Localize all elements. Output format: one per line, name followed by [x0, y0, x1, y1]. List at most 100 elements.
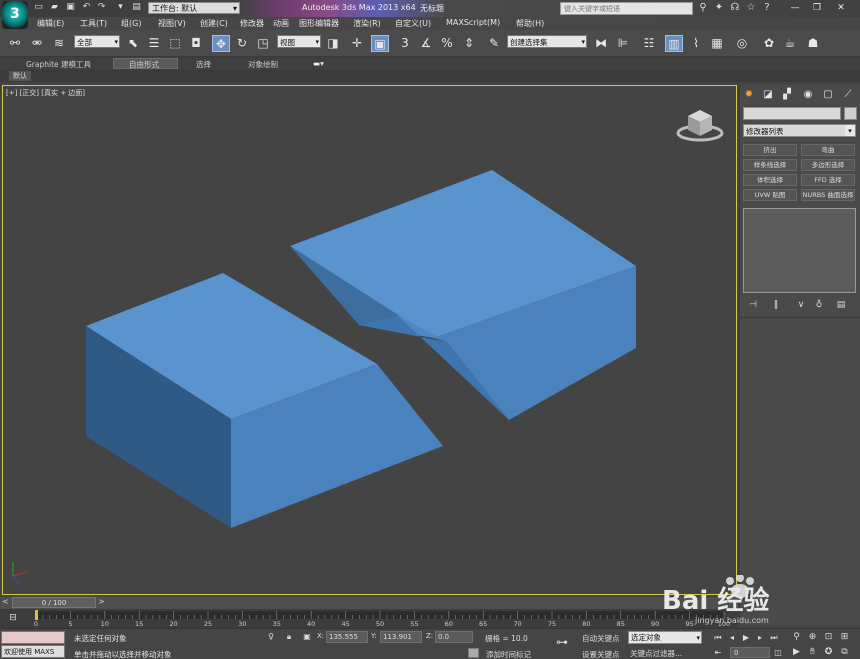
- menu-animation[interactable]: 动画: [273, 18, 289, 29]
- maxscript-listener-input[interactable]: [1, 631, 65, 644]
- project-folder-icon[interactable]: ▾: [115, 2, 126, 13]
- tab-selection[interactable]: 选择: [196, 59, 211, 70]
- hold-icon[interactable]: ▤: [131, 2, 142, 13]
- time-slider-next-icon[interactable]: >: [98, 597, 105, 606]
- keyboard-shortcut-override-icon[interactable]: ▣: [371, 35, 389, 52]
- object-name-field[interactable]: [743, 107, 841, 120]
- auto-key-button[interactable]: 自动关键点: [582, 633, 620, 644]
- modifier-stack-view[interactable]: [743, 208, 856, 293]
- snaps-toggle-icon[interactable]: 3: [396, 35, 414, 52]
- object-color-swatch[interactable]: [844, 107, 857, 120]
- maximize-viewport-icon[interactable]: ⧉: [838, 647, 851, 658]
- y-coordinate-field[interactable]: 113.901: [380, 631, 422, 643]
- set-key-button[interactable]: 设置关键点: [582, 649, 620, 659]
- time-slider[interactable]: < 0 / 100 >: [0, 597, 738, 609]
- tab-graphite-modeling[interactable]: Graphite 建模工具: [26, 59, 91, 70]
- selection-filter-dropdown[interactable]: 全部 ▾: [74, 35, 120, 48]
- time-slider-thumb[interactable]: 0 / 100: [12, 597, 96, 608]
- mini-curve-editor-icon[interactable]: ⊟: [6, 612, 20, 624]
- pan-view-icon[interactable]: ✋︎: [806, 647, 819, 658]
- select-manipulate-icon[interactable]: ✛: [348, 35, 366, 52]
- unlink-icon[interactable]: ⚮: [28, 35, 46, 52]
- menu-create[interactable]: 创建(C): [200, 18, 228, 29]
- menu-tools[interactable]: 工具(T): [80, 18, 107, 29]
- subscription-icon[interactable]: ✦: [713, 2, 725, 14]
- track-bar[interactable]: 0 5 10 15 20 25 30 35 40 45 50 55 60 65 70 75 80 85 90 95 10…: [0, 609, 738, 628]
- select-and-scale-icon[interactable]: ◳: [254, 35, 272, 52]
- render-production-icon[interactable]: ☗: [804, 35, 822, 52]
- show-end-result-icon[interactable]: ‖: [769, 299, 783, 311]
- save-file-icon[interactable]: ▣: [65, 2, 76, 13]
- time-slider-prev-icon[interactable]: <: [2, 597, 9, 606]
- time-tag-icon[interactable]: [468, 648, 479, 658]
- select-by-name-icon[interactable]: ☰: [145, 35, 163, 52]
- app-logo-icon[interactable]: [2, 1, 28, 29]
- viewcube-icon[interactable]: [676, 110, 724, 142]
- menu-group[interactable]: 组(G): [121, 18, 141, 29]
- menu-help[interactable]: 帮助(H): [516, 18, 544, 29]
- set-key-icon[interactable]: ⊶: [556, 635, 568, 649]
- menu-graph-editors[interactable]: 图形编辑器: [299, 18, 339, 29]
- absolute-mode-icon[interactable]: ▣: [302, 631, 312, 642]
- current-frame-field[interactable]: 0: [730, 647, 770, 658]
- percent-snap-icon[interactable]: %: [438, 35, 456, 52]
- motion-tab-icon[interactable]: ◉: [800, 88, 816, 102]
- make-unique-icon[interactable]: ∨: [794, 299, 808, 311]
- display-tab-icon[interactable]: ▢: [820, 88, 836, 102]
- menu-rendering[interactable]: 渲染(R): [353, 18, 381, 29]
- spline-select-button[interactable]: 样条线选择: [743, 159, 797, 171]
- isolate-selection-icon[interactable]: ♀: [266, 631, 276, 642]
- create-tab-icon[interactable]: ✹: [741, 88, 757, 102]
- uvw-map-button[interactable]: UVW 贴图: [743, 189, 797, 201]
- rendered-frame-window-icon[interactable]: ☕: [781, 35, 799, 52]
- menu-modifiers[interactable]: 修改器: [240, 18, 264, 29]
- close-icon[interactable]: ✕: [834, 1, 848, 15]
- time-configuration-icon[interactable]: ◫: [772, 647, 784, 658]
- poly-select-button[interactable]: 多边形选择: [801, 159, 855, 171]
- undo-icon[interactable]: ↶: [81, 2, 92, 13]
- restore-icon[interactable]: ❐: [810, 1, 824, 15]
- ffd-select-button[interactable]: FFD 选择: [801, 174, 855, 186]
- extrude-button[interactable]: 挤出: [743, 144, 797, 156]
- communication-icon[interactable]: ☊: [729, 2, 741, 14]
- binoculars-icon[interactable]: ⚲: [697, 2, 709, 14]
- key-mode-toggle-icon[interactable]: ⇤: [712, 647, 724, 658]
- tab-freeform[interactable]: 自由形式: [129, 59, 159, 70]
- add-time-tag-button[interactable]: 添加时间标记: [486, 649, 531, 659]
- select-object-icon[interactable]: ⬉: [124, 35, 142, 52]
- help-icon[interactable]: ?: [761, 2, 773, 14]
- menu-views[interactable]: 视图(V): [158, 18, 186, 29]
- layer-manager-icon[interactable]: ☷: [640, 35, 658, 52]
- select-and-move-icon[interactable]: ✥: [212, 35, 230, 52]
- pin-stack-icon[interactable]: ⊣: [746, 299, 760, 311]
- align-icon[interactable]: ⊫: [614, 35, 632, 52]
- new-file-icon[interactable]: ▭: [33, 2, 44, 13]
- render-setup-icon[interactable]: ✿: [760, 35, 778, 52]
- modify-tab-icon[interactable]: ◪: [760, 88, 776, 102]
- workspace-dropdown[interactable]: 工作台: 默认 ▾: [148, 2, 240, 14]
- named-selection-dropdown[interactable]: 创建选择集 ▾: [507, 35, 587, 48]
- bind-space-warp-icon[interactable]: ≋: [50, 35, 68, 52]
- minimize-icon[interactable]: —: [788, 1, 802, 15]
- configure-sets-icon[interactable]: ▤: [834, 299, 848, 311]
- select-and-rotate-icon[interactable]: ↻: [233, 35, 251, 52]
- menu-maxscript[interactable]: MAXScript(M): [446, 18, 500, 27]
- tab-object-paint[interactable]: 对象绘制: [248, 59, 278, 70]
- angle-snap-icon[interactable]: ∡: [417, 35, 435, 52]
- hierarchy-tab-icon[interactable]: ▞: [779, 88, 795, 102]
- orbit-icon[interactable]: ✪: [822, 647, 835, 658]
- perspective-viewport[interactable]: [+] [正交] [真实 + 边面]: [2, 85, 737, 595]
- reference-coordinate-dropdown[interactable]: 视图 ▾: [277, 35, 321, 48]
- material-editor-icon[interactable]: ◎: [733, 35, 751, 52]
- search-input[interactable]: 键入关键字或短语: [560, 2, 693, 15]
- viewport-label[interactable]: [+] [正交] [真实 + 边面]: [6, 88, 85, 98]
- remove-modifier-icon[interactable]: ♁: [812, 299, 826, 311]
- pivot-center-icon[interactable]: ◨: [324, 35, 342, 52]
- modifier-list-dropdown[interactable]: 修改器列表 ▾: [743, 124, 856, 137]
- selection-lock-icon[interactable]: 🔒︎: [284, 631, 294, 642]
- favorites-star-icon[interactable]: ☆: [745, 2, 757, 14]
- utilities-tab-icon[interactable]: ⟋: [840, 88, 856, 102]
- spinner-snap-icon[interactable]: ⇕: [460, 35, 478, 52]
- graphite-toggle-icon[interactable]: ▥: [665, 35, 683, 52]
- open-file-icon[interactable]: ▰: [49, 2, 60, 13]
